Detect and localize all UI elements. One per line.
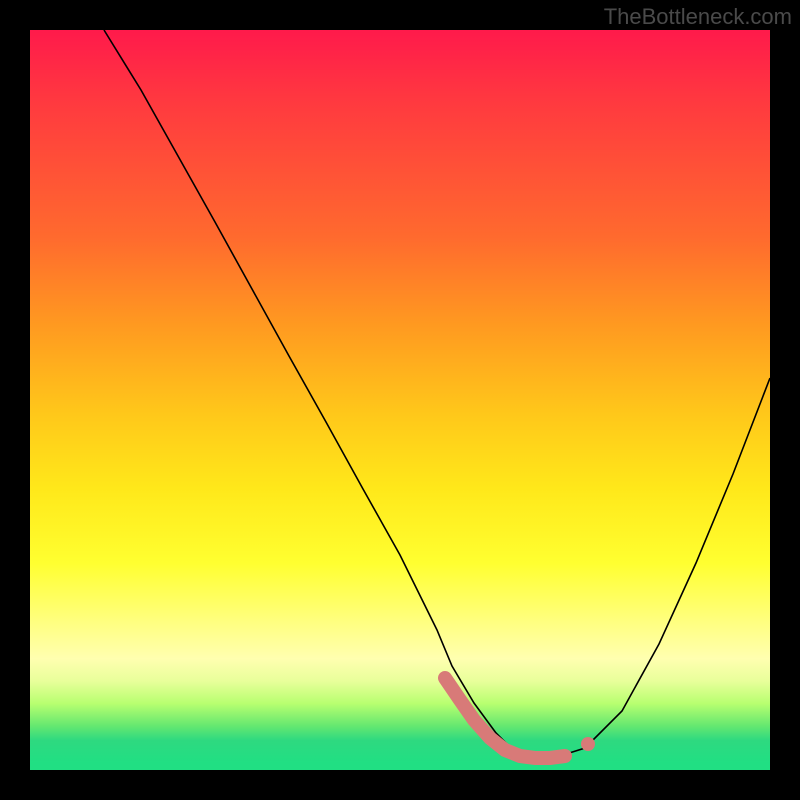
highlighted-range-marker	[445, 678, 565, 758]
bottleneck-curve	[104, 30, 770, 755]
chart-frame: TheBottleneck.com	[0, 0, 800, 800]
watermark-text: TheBottleneck.com	[604, 4, 792, 30]
chart-svg	[30, 30, 770, 770]
highlighted-dot-marker	[581, 737, 595, 751]
chart-plot-area	[30, 30, 770, 770]
